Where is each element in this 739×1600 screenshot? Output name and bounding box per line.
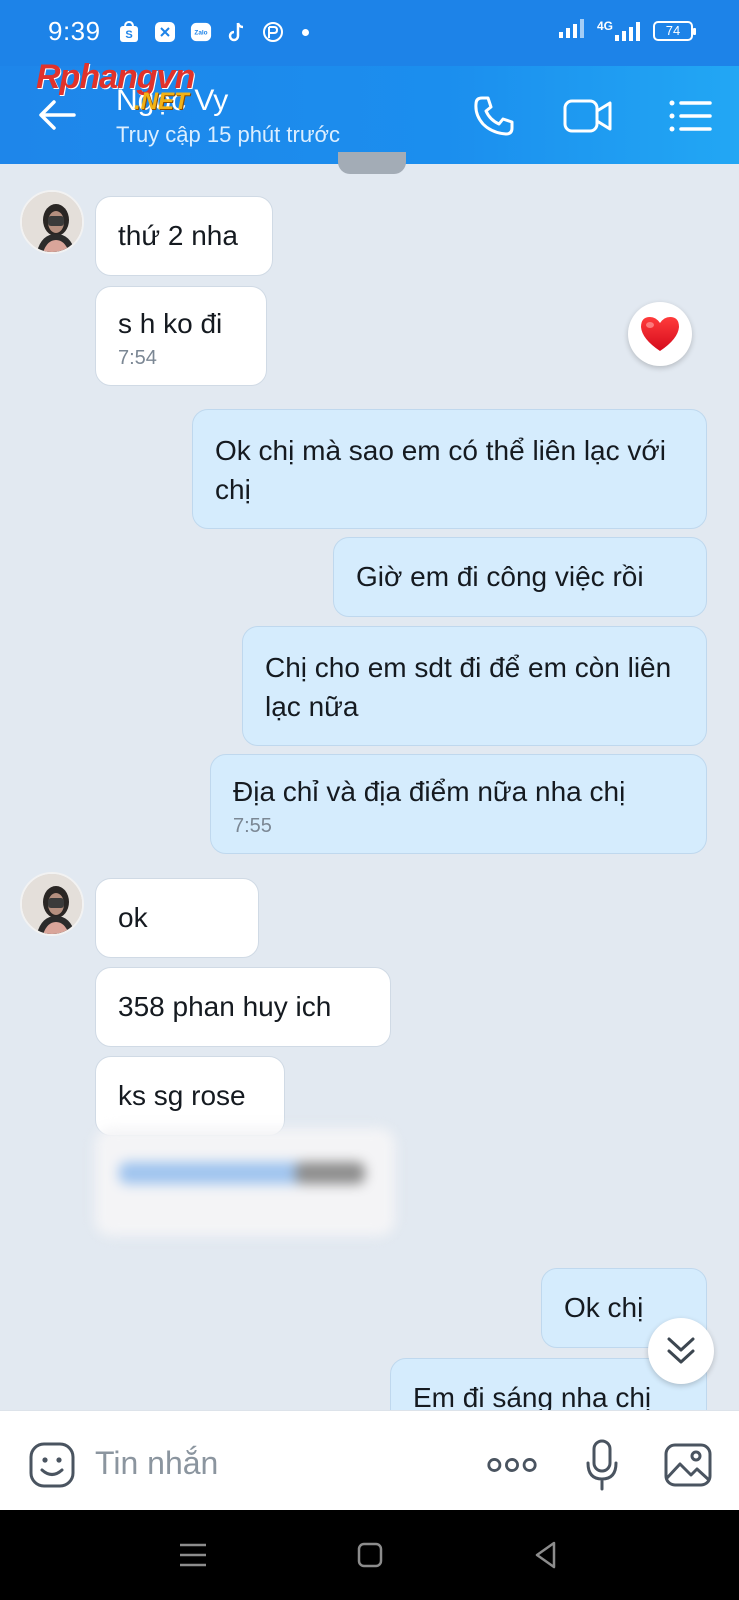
emoji-sticker-icon[interactable]	[26, 1439, 78, 1491]
battery-icon: 74	[653, 20, 696, 41]
zalo-icon: Zalo	[190, 20, 212, 44]
message-time: 7:55	[233, 815, 272, 837]
status-time: 9:39	[48, 16, 101, 46]
message-bubble-outgoing[interactable]: Ok chị mà sao em có thể liên lạc với chị	[192, 409, 707, 529]
battery-level: 74	[665, 23, 681, 38]
message-bubble-outgoing[interactable]: Chị cho em sdt đi để em còn liên lạc nữa	[242, 626, 707, 746]
message-text: Giờ em đi công việc rồi	[356, 561, 644, 592]
message-text: Địa chỉ và địa điểm nữa nha chị	[233, 776, 626, 807]
message-bubble-incoming[interactable]: ks sg rose	[95, 1056, 285, 1136]
recent-apps-icon[interactable]	[173, 1535, 213, 1575]
notification-dot	[302, 28, 309, 36]
blurred-link	[119, 1162, 319, 1184]
back-nav-icon[interactable]	[526, 1535, 566, 1575]
date-separator	[338, 152, 406, 174]
heart-reaction-icon[interactable]	[628, 302, 692, 366]
blurred-message	[95, 1128, 395, 1236]
message-bubble-outgoing[interactable]: Giờ em đi công việc rồi	[333, 537, 707, 617]
message-text: thứ 2 nha	[118, 220, 238, 251]
scroll-to-bottom-button[interactable]	[648, 1318, 714, 1384]
contact-avatar[interactable]	[20, 872, 84, 936]
app-icon	[154, 20, 176, 44]
contact-avatar[interactable]	[20, 190, 84, 254]
pet-app-icon	[262, 20, 284, 44]
home-icon[interactable]	[350, 1535, 390, 1575]
message-text: s h ko đi	[118, 308, 223, 339]
chat-header: Ngọc Vy Truy cập 15 phút trước Rphangvn …	[0, 58, 739, 164]
back-arrow-icon[interactable]	[36, 94, 78, 136]
system-navigation-bar	[0, 1510, 739, 1600]
video-call-icon[interactable]	[562, 92, 614, 140]
microphone-icon[interactable]	[576, 1439, 628, 1491]
tiktok-icon	[226, 20, 248, 44]
network-label: 4G	[596, 18, 613, 33]
contact-last-seen: Truy cập 15 phút trước	[116, 122, 340, 147]
message-bubble-incoming[interactable]: 358 phan huy ich	[95, 967, 391, 1047]
shopee-icon: S	[118, 20, 140, 44]
blurred-text	[295, 1162, 365, 1184]
message-text: ks sg rose	[118, 1080, 246, 1111]
message-text: Chị cho em sdt đi để em còn liên lạc nữa	[265, 652, 672, 722]
message-input-bar: Tin nhắn	[0, 1410, 739, 1510]
status-bar: 9:39 S Zalo 4G 74	[0, 0, 739, 66]
status-app-icons: S Zalo	[118, 20, 309, 44]
network-4g-icon: 4G	[596, 18, 641, 41]
message-text: ok	[118, 902, 148, 933]
svg-text:S: S	[125, 29, 132, 41]
watermark-sub: .NET	[134, 88, 189, 115]
svg-text:Zalo: Zalo	[194, 30, 207, 37]
phone-call-icon[interactable]	[468, 92, 520, 140]
message-bubble-incoming[interactable]: thứ 2 nha	[95, 196, 273, 276]
watermark-logo: Rphangvn .NET	[36, 58, 195, 115]
message-bubble-outgoing[interactable]: Địa chỉ và địa điểm nữa nha chị 7:55	[210, 754, 707, 854]
more-options-icon[interactable]	[486, 1439, 538, 1491]
status-right: 4G 74	[558, 18, 696, 43]
signal-icon	[558, 18, 585, 43]
message-text: Ok chị mà sao em có thể liên lạc với chị	[215, 435, 666, 505]
message-time: 7:54	[118, 347, 157, 369]
message-bubble-incoming[interactable]: ok	[95, 878, 259, 958]
image-gallery-icon[interactable]	[662, 1439, 714, 1491]
menu-list-icon[interactable]	[664, 92, 716, 140]
message-text: 358 phan huy ich	[118, 991, 332, 1022]
double-chevron-down-icon	[667, 1337, 695, 1364]
message-bubble-incoming[interactable]: s h ko đi 7:54	[95, 286, 267, 386]
message-input[interactable]: Tin nhắn	[95, 1445, 218, 1482]
